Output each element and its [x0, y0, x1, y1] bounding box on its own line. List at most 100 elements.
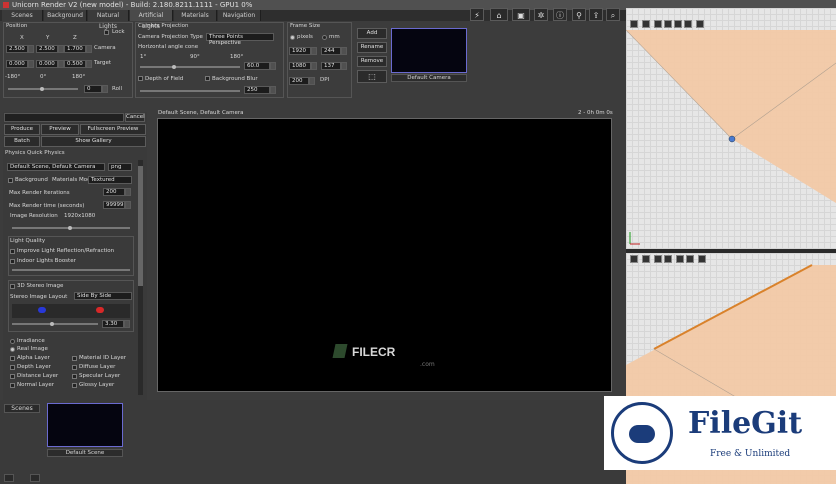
- alpha-layer-checkbox[interactable]: [10, 356, 15, 361]
- irradiance-radio[interactable]: [10, 339, 15, 344]
- max-time-spinner[interactable]: [125, 201, 131, 209]
- height-mm-field[interactable]: 137: [321, 62, 341, 70]
- indoor-booster-slider[interactable]: [12, 269, 130, 271]
- height-mm-spinner[interactable]: [341, 62, 347, 70]
- flash-icon[interactable]: ⚡: [470, 8, 484, 21]
- scenes-tab[interactable]: Scenes: [4, 404, 40, 413]
- vp1-tool-down-icon[interactable]: [674, 20, 682, 28]
- blur-slider[interactable]: [140, 90, 240, 92]
- camera-z-spinner[interactable]: [86, 45, 92, 53]
- info-icon[interactable]: ⓘ: [553, 8, 567, 21]
- dpi-spinner[interactable]: [309, 77, 315, 85]
- target-z-spinner[interactable]: [86, 60, 92, 68]
- vp1-tool-left-icon[interactable]: [684, 20, 692, 28]
- bookmark-menu-icon[interactable]: ⌂: [490, 8, 508, 21]
- remove-camera-button[interactable]: Remove: [357, 56, 387, 67]
- vp1-tool-view-icon[interactable]: [696, 20, 704, 28]
- background-checkbox[interactable]: [8, 178, 13, 183]
- scene-camera-select[interactable]: Default Scene, Default Camera: [7, 163, 105, 171]
- top-3d-viewport[interactable]: [626, 8, 836, 249]
- vp2-tool-down-icon[interactable]: [676, 255, 684, 263]
- resolution-thumb[interactable]: [68, 226, 72, 230]
- target-z-field[interactable]: 0.500: [64, 60, 86, 68]
- vp1-tool-zoom-icon[interactable]: [642, 20, 650, 28]
- diffuse-layer-checkbox[interactable]: [72, 365, 77, 370]
- format-select[interactable]: png: [108, 163, 132, 171]
- tab-materials[interactable]: Materials: [174, 10, 217, 21]
- stereo-spinner[interactable]: [124, 320, 130, 328]
- max-iterations-spinner[interactable]: [125, 188, 131, 196]
- target-y-field[interactable]: 0.000: [36, 60, 58, 68]
- horizontal-angle-slider[interactable]: [140, 66, 240, 68]
- rename-camera-button[interactable]: Rename: [357, 42, 387, 53]
- improve-reflection-checkbox[interactable]: [10, 249, 15, 254]
- tab-background[interactable]: Background: [44, 10, 87, 21]
- tab-physics[interactable]: Physics: [5, 150, 25, 156]
- vp2-tool-left-icon[interactable]: [686, 255, 694, 263]
- horizontal-angle-thumb[interactable]: [172, 65, 176, 69]
- stereo-thumb[interactable]: [50, 322, 54, 326]
- fullscreen-preview-button[interactable]: Fullscreen Preview: [80, 124, 146, 135]
- camera-target-point[interactable]: [728, 135, 736, 143]
- vp2-tool-fit-icon[interactable]: [630, 255, 638, 263]
- render-panel-scrollbar[interactable]: [138, 160, 143, 395]
- vp2-tool-up-icon[interactable]: [664, 255, 672, 263]
- produce-button[interactable]: Produce: [4, 124, 40, 135]
- width-px-field[interactable]: 1920: [289, 47, 311, 55]
- search-icon[interactable]: ⌕: [606, 8, 620, 21]
- roll-field[interactable]: 0: [84, 85, 102, 93]
- lock-checkbox[interactable]: [104, 30, 109, 35]
- horizontal-angle-spinner[interactable]: [270, 62, 276, 70]
- vp1-tool-fit-icon[interactable]: [630, 20, 638, 28]
- camera-x-field[interactable]: 2.500: [6, 45, 28, 53]
- specular-layer-checkbox[interactable]: [72, 374, 77, 379]
- tab-scenes[interactable]: Scenes: [2, 10, 43, 21]
- indoor-booster-checkbox[interactable]: [10, 259, 15, 264]
- normal-layer-checkbox[interactable]: [10, 383, 15, 388]
- projection-type-select[interactable]: Three Points Perspective: [206, 33, 274, 46]
- scrollbar-thumb[interactable]: [138, 166, 143, 286]
- glossy-layer-checkbox[interactable]: [72, 383, 77, 388]
- cancel-button[interactable]: Cancel: [125, 113, 145, 122]
- width-mm-spinner[interactable]: [341, 47, 347, 55]
- add-camera-button[interactable]: Add: [357, 28, 387, 39]
- depth-layer-checkbox[interactable]: [10, 365, 15, 370]
- vp2-tool-view-icon[interactable]: [698, 255, 706, 263]
- link-icon[interactable]: ⚲: [572, 8, 586, 21]
- export-icon[interactable]: ⇪: [589, 8, 603, 21]
- materials-mode-select[interactable]: Textured: [88, 176, 132, 184]
- roll-spinner[interactable]: [102, 85, 108, 93]
- tab-natural-lights[interactable]: Natural Lights: [88, 10, 129, 30]
- scene-remove-icon[interactable]: [30, 474, 40, 482]
- height-px-field[interactable]: 1080: [289, 62, 311, 70]
- stereo-checkbox[interactable]: [10, 284, 15, 289]
- horizontal-angle-field[interactable]: 60.0: [244, 62, 270, 70]
- vp2-tool-pan-icon[interactable]: [654, 255, 662, 263]
- max-time-field[interactable]: 99999: [103, 201, 125, 209]
- dpi-field[interactable]: 200: [289, 77, 309, 85]
- height-px-spinner[interactable]: [311, 62, 317, 70]
- camera-y-field[interactable]: 2.500: [36, 45, 58, 53]
- width-mm-field[interactable]: 244: [321, 47, 341, 55]
- preview-button[interactable]: Preview: [41, 124, 79, 135]
- vp1-tool-pan-icon[interactable]: [654, 20, 662, 28]
- camera-x-spinner[interactable]: [28, 45, 34, 53]
- blur-spinner[interactable]: [270, 86, 276, 94]
- render-viewport[interactable]: FILECR .com: [157, 118, 612, 392]
- target-x-spinner[interactable]: [28, 60, 34, 68]
- target-x-field[interactable]: 0.000: [6, 60, 28, 68]
- pixels-radio[interactable]: [290, 35, 295, 40]
- batch-button[interactable]: Batch: [4, 136, 40, 147]
- camera-z-field[interactable]: 1.700: [64, 45, 86, 53]
- tab-artificial-lights[interactable]: Artificial Lights: [130, 10, 173, 30]
- vp2-tool-zoom-icon[interactable]: [642, 255, 650, 263]
- vp1-tool-up-icon[interactable]: [664, 20, 672, 28]
- tab-quick-physics[interactable]: Quick Physics: [27, 150, 65, 156]
- max-iterations-field[interactable]: 200: [103, 188, 125, 196]
- bg-blur-checkbox[interactable]: [205, 76, 210, 81]
- dof-checkbox[interactable]: [138, 76, 143, 81]
- stereo-slider[interactable]: [12, 323, 98, 325]
- stereo-field[interactable]: 3.30: [102, 320, 124, 328]
- tab-navigation[interactable]: Navigation: [218, 10, 261, 21]
- save-menu-icon[interactable]: ▣: [512, 8, 530, 21]
